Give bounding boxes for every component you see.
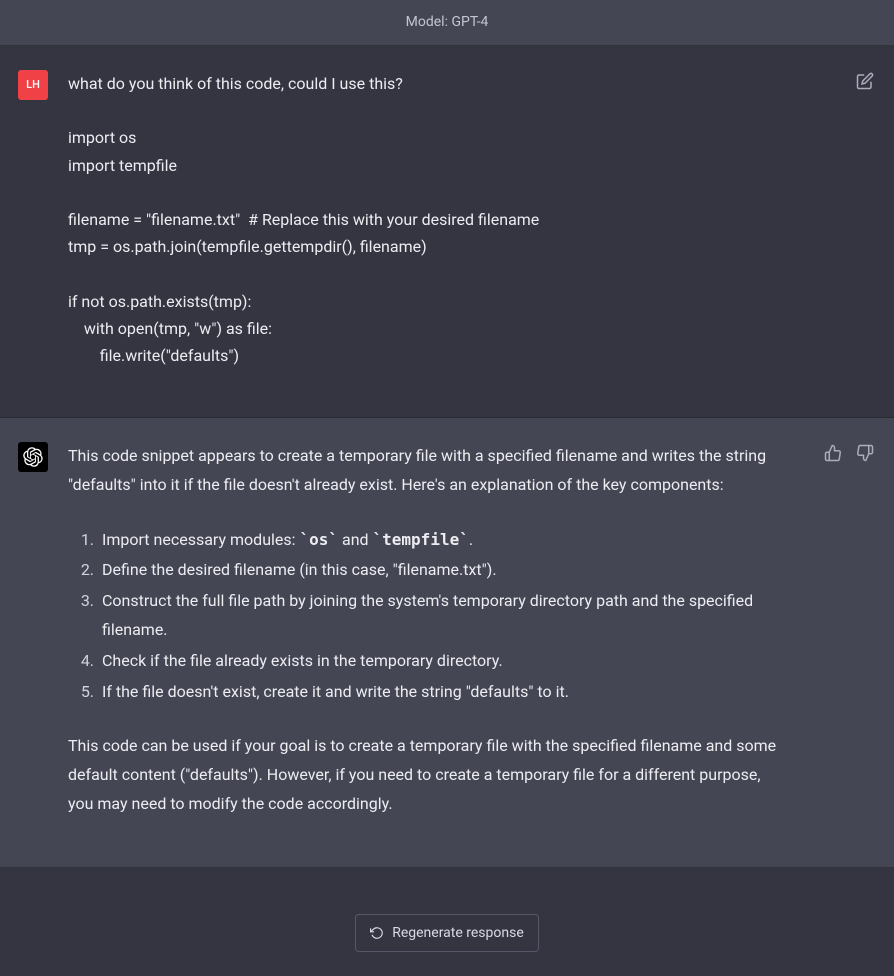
assistant-avatar [18, 442, 48, 472]
edit-message-button[interactable] [854, 70, 876, 92]
list-item: Import necessary modules: `os` and `temp… [98, 526, 788, 555]
regenerate-label: Regenerate response [392, 925, 524, 941]
thumbs-down-button[interactable] [854, 442, 876, 464]
footer-area: Regenerate response [0, 884, 894, 976]
thumbs-up-icon [824, 444, 842, 462]
list-item: Construct the full file path by joining … [98, 587, 788, 645]
openai-logo-icon [23, 447, 43, 467]
list-item: If the file doesn't exist, create it and… [98, 678, 788, 707]
model-label: Model: GPT-4 [406, 12, 489, 33]
assistant-message: This code snippet appears to create a te… [0, 418, 894, 868]
user-message: LH what do you think of this code, could… [0, 46, 894, 418]
inline-code: `os` [299, 530, 338, 549]
inline-code: `tempfile` [373, 530, 469, 549]
regenerate-button[interactable]: Regenerate response [355, 914, 539, 952]
thumbs-down-icon [856, 444, 874, 462]
assistant-outro: This code can be used if your goal is to… [68, 732, 788, 818]
list-item: Check if the file already exists in the … [98, 647, 788, 676]
user-avatar-initials: LH [26, 77, 40, 94]
list-item: Define the desired filename (in this cas… [98, 556, 788, 585]
refresh-icon [370, 926, 384, 940]
user-avatar: LH [18, 70, 48, 100]
user-message-text: what do you think of this code, could I … [68, 70, 788, 369]
assistant-list: Import necessary modules: `os` and `temp… [68, 526, 788, 707]
thumbs-up-button[interactable] [822, 442, 844, 464]
model-header: Model: GPT-4 [0, 0, 894, 46]
edit-icon [856, 72, 874, 90]
assistant-intro: This code snippet appears to create a te… [68, 442, 788, 500]
